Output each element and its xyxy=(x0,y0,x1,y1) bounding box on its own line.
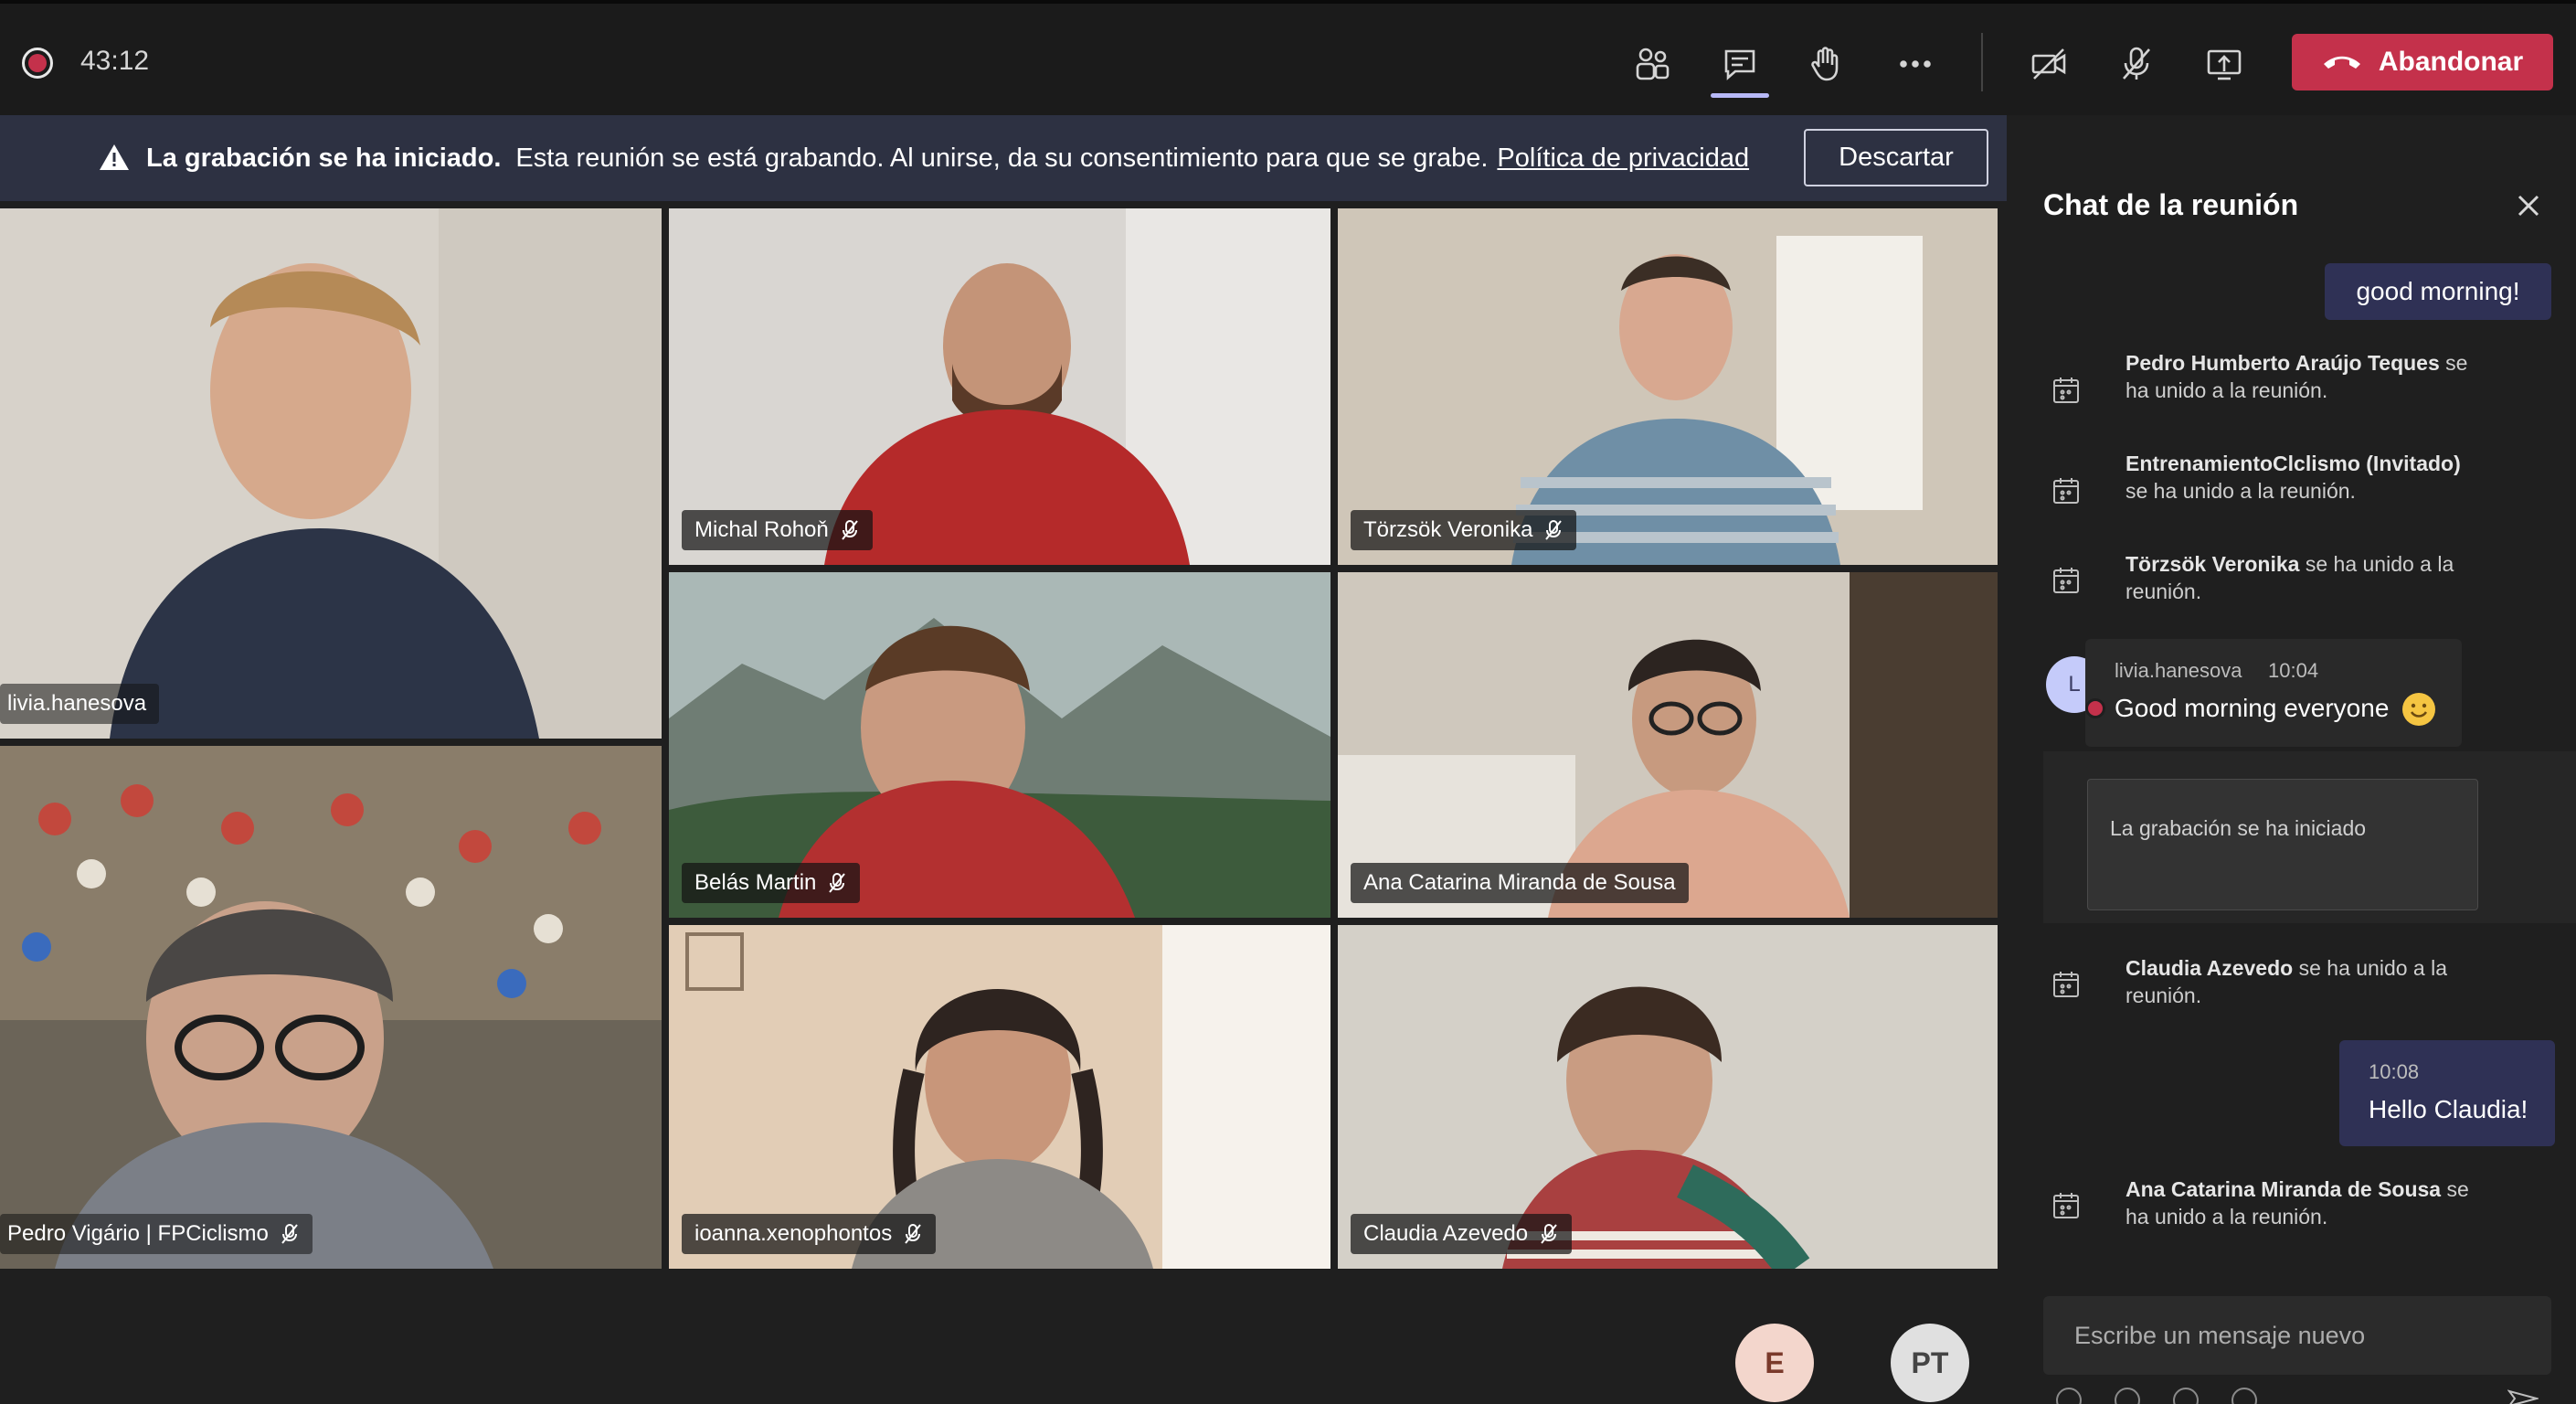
chat-title: Chat de la reunión xyxy=(2043,188,2299,221)
my-chat-message: good morning! xyxy=(2325,263,2551,320)
share-screen-icon[interactable] xyxy=(2199,38,2250,90)
leave-label: Abandonar xyxy=(2378,47,2524,77)
participant-name: ioanna.xenophontos xyxy=(694,1221,893,1246)
participant-name-tag: livia.hanesova xyxy=(0,684,160,724)
camera-off-icon[interactable] xyxy=(2023,38,2074,90)
participant-name: livia.hanesova xyxy=(7,691,147,716)
system-message: Ana Catarina Miranda de Sousa se ha unid… xyxy=(2051,1175,2526,1232)
system-message-name: Claudia Azevedo xyxy=(2125,956,2294,980)
participant-name-tag: Ana Catarina Miranda de Sousa xyxy=(1351,863,1689,903)
participant-avatar[interactable]: E xyxy=(1735,1324,1814,1402)
message-time: 10:04 xyxy=(2268,659,2319,682)
system-message: Törzsök Veronika se ha unido a la reunió… xyxy=(2051,550,2526,607)
video-tile-torzsok[interactable]: Törzsök Veronika xyxy=(1338,208,1998,565)
video-feed xyxy=(0,208,662,739)
mic-muted-icon xyxy=(1541,1224,1557,1244)
recording-banner: La grabación se ha iniciado. Esta reunió… xyxy=(0,115,2007,201)
participant-name: Claudia Azevedo xyxy=(1363,1221,1529,1246)
banner-text: Esta reunión se está grabando. Al unirse… xyxy=(515,143,1489,173)
participant-name: Ana Catarina Miranda de Sousa xyxy=(1363,870,1676,895)
video-tile-ioanna[interactable]: ioanna.xenophontos xyxy=(669,925,1330,1269)
emoji-icon[interactable] xyxy=(2115,1388,2140,1404)
chat-active-indicator xyxy=(1711,93,1769,98)
leave-button[interactable]: Abandonar xyxy=(2292,34,2553,90)
format-icon[interactable] xyxy=(2056,1388,2082,1404)
privacy-policy-link[interactable]: Política de privacidad xyxy=(1497,144,1749,174)
participant-name: Michal Rohoň xyxy=(694,517,829,542)
participant-name-tag: Pedro Vigário | FPCiclismo xyxy=(0,1214,313,1254)
message-time: 10:08 xyxy=(2369,1060,2420,1083)
toolbar-divider xyxy=(1981,33,1983,91)
banner-title: La grabación se ha iniciado. xyxy=(146,143,502,173)
system-message-text: se ha unido a la reunión. xyxy=(2125,479,2356,503)
participant-name: Belás Martin xyxy=(694,870,817,895)
meeting-timer: 43:12 xyxy=(80,46,150,76)
video-tile-ana[interactable]: Ana Catarina Miranda de Sousa xyxy=(1338,572,1998,918)
video-feed xyxy=(0,746,662,1269)
dismiss-button[interactable]: Descartar xyxy=(1804,129,1988,186)
mic-muted-icon xyxy=(841,520,858,540)
participant-name-tag: Claudia Azevedo xyxy=(1351,1214,1573,1254)
warning-icon xyxy=(100,144,129,170)
system-message: Claudia Azevedo se ha unido a la reunión… xyxy=(2051,954,2526,1011)
participant-avatar[interactable]: PT xyxy=(1891,1324,1969,1402)
mic-muted-icon xyxy=(1545,520,1563,540)
my-chat-message: 10:08 Hello Claudia! xyxy=(2339,1040,2555,1146)
system-message-name: EntrenamientoClclismo (Invitado) xyxy=(2125,452,2461,475)
more-options-icon[interactable] xyxy=(1890,38,1941,90)
mic-off-icon[interactable] xyxy=(2111,38,2162,90)
incoming-chat-message: livia.hanesova 10:04 Good morning everyo… xyxy=(2085,639,2462,747)
close-icon[interactable] xyxy=(2515,192,2542,219)
system-message: EntrenamientoClclismo (Invitado) se ha u… xyxy=(2051,450,2526,532)
video-tile-michal[interactable]: Michal Rohoň xyxy=(669,208,1330,565)
raise-hand-icon[interactable] xyxy=(1800,38,1851,90)
meeting-toolbar: 43:12 Abandonar xyxy=(0,0,2576,115)
join-meeting-icon xyxy=(2053,972,2079,997)
video-tile-livia[interactable]: livia.hanesova xyxy=(0,208,662,739)
join-meeting-icon xyxy=(2053,568,2079,593)
participant-name-tag: Törzsök Veronika xyxy=(1351,510,1577,550)
video-tile-claudia[interactable]: Claudia Azevedo xyxy=(1338,925,1998,1269)
presence-busy-icon xyxy=(2085,698,2105,718)
video-tile-pedro[interactable]: Pedro Vigário | FPCiclismo xyxy=(0,746,662,1269)
join-meeting-icon xyxy=(2053,478,2079,504)
message-sender: livia.hanesova xyxy=(2115,659,2242,682)
system-message: Pedro Humberto Araújo Teques se ha unido… xyxy=(2051,349,2526,431)
recording-card[interactable]: La grabación se ha iniciado xyxy=(2087,779,2478,910)
smile-emoji-icon xyxy=(2402,693,2435,726)
system-message-name: Törzsök Veronika xyxy=(2125,552,2300,576)
chat-icon[interactable] xyxy=(1714,38,1765,90)
chat-panel: Chat de la reunión good morning! Pedro H… xyxy=(2007,115,2576,1404)
join-meeting-icon xyxy=(2053,1193,2079,1218)
mic-muted-icon xyxy=(905,1224,921,1244)
message-text: Good morning everyone xyxy=(2115,694,2390,722)
participants-icon[interactable] xyxy=(1627,38,1678,90)
system-message-name: Pedro Humberto Araújo Teques xyxy=(2125,351,2440,375)
participant-name: Pedro Vigário | FPCiclismo xyxy=(7,1221,269,1246)
mic-muted-icon xyxy=(829,873,846,893)
message-text: Hello Claudia! xyxy=(2369,1095,2528,1123)
mic-muted-icon xyxy=(281,1224,298,1244)
participant-name: Törzsök Veronika xyxy=(1363,517,1533,542)
participant-name-tag: Belás Martin xyxy=(682,863,861,903)
gif-icon[interactable] xyxy=(2173,1388,2199,1404)
hang-up-icon xyxy=(2323,56,2360,69)
send-icon[interactable] xyxy=(2507,1389,2539,1404)
participant-name-tag: ioanna.xenophontos xyxy=(682,1214,937,1254)
join-meeting-icon xyxy=(2053,378,2079,403)
compose-toolbar xyxy=(2056,1388,2257,1404)
recording-indicator-icon xyxy=(22,48,53,79)
sticker-icon[interactable] xyxy=(2231,1388,2257,1404)
system-message-name: Ana Catarina Miranda de Sousa xyxy=(2125,1177,2442,1201)
video-tile-belas[interactable]: Belás Martin xyxy=(669,572,1330,918)
message-input[interactable]: Escribe un mensaje nuevo xyxy=(2043,1296,2551,1375)
participant-name-tag: Michal Rohoň xyxy=(682,510,873,550)
